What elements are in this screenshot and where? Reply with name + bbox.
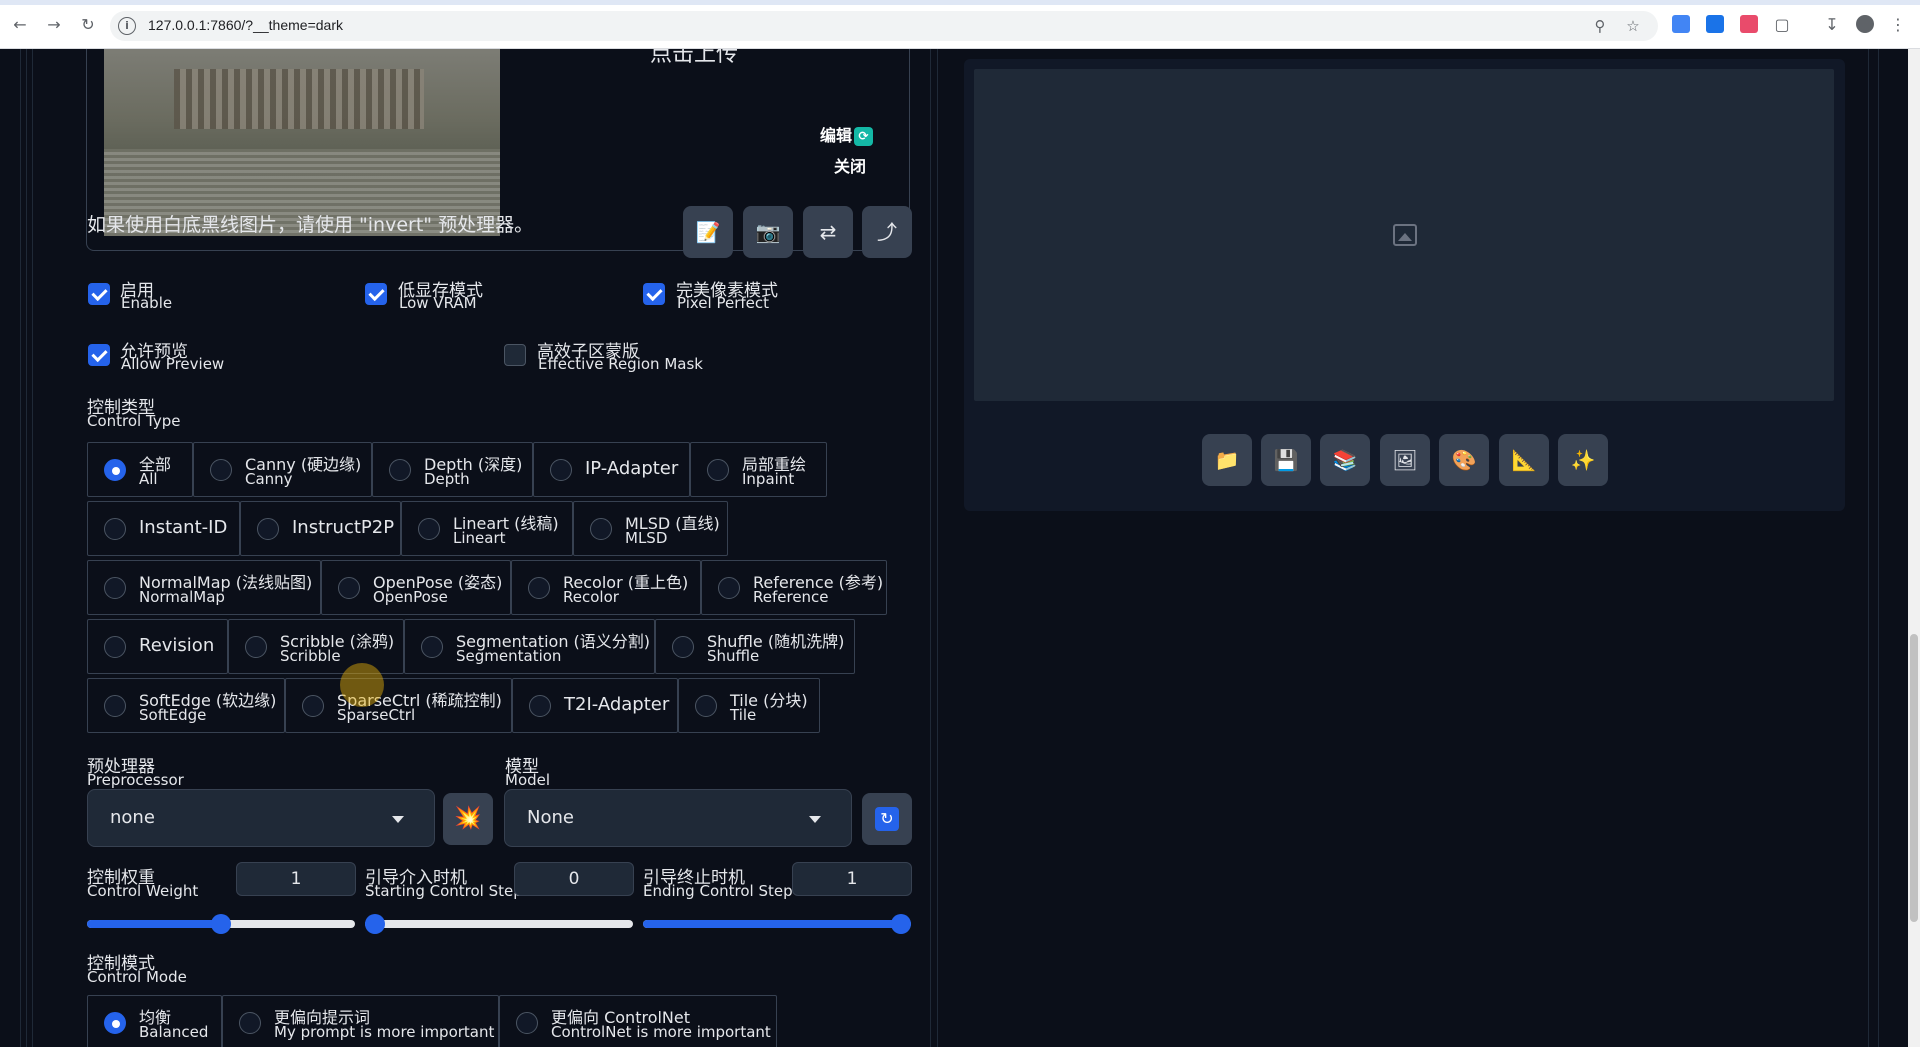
control-type-title-en: Control Type [87, 412, 181, 430]
control-type-option-mlsd[interactable]: MLSD (直线) MLSD [573, 501, 728, 556]
menu-kebab-icon[interactable]: ⋮ [1886, 13, 1910, 37]
reload-icon[interactable]: ↻ [76, 13, 100, 37]
control-type-option-segmentation[interactable]: Segmentation (语义分割) Segmentation [404, 619, 655, 674]
model-title-en: Model [505, 771, 551, 789]
ending-step-slider[interactable] [643, 914, 911, 934]
preview-panel: 📁 💾 📚 🖼 🎨 📐 ✨ [964, 59, 1845, 511]
control-type-option-shuffle[interactable]: Shuffle (随机洗牌) Shuffle [655, 619, 855, 674]
control-weight-label-en: Control Weight [87, 882, 199, 900]
save-icon[interactable]: 💾 [1261, 434, 1311, 486]
forward-icon[interactable]: → [42, 13, 66, 37]
control-type-option-reference[interactable]: Reference (参考) Reference [701, 560, 887, 615]
ending-step-label-en: Ending Control Step [643, 882, 793, 900]
control-type-option-softedge[interactable]: SoftEdge (软边缘) SoftEdge [87, 678, 285, 733]
model-dropdown[interactable]: None [504, 789, 852, 847]
site-info-icon[interactable]: i [118, 17, 136, 35]
chevron-down-icon [392, 816, 404, 823]
control-type-option-scribble[interactable]: Scribble (涂鸦) Scribble [228, 619, 404, 674]
control-type-option-sparsectrl[interactable]: SparseCtrl (稀疏控制) SparseCtrl [285, 678, 512, 733]
webui-page: 点击上传 编辑 ⟳ 关闭 如果使用白底黑线图片，请使用 "invert" 预处理器… [0, 49, 1920, 1047]
palette-icon[interactable]: 🎨 [1439, 434, 1489, 486]
zoom-icon[interactable]: ⚲ [1590, 16, 1610, 36]
chevron-down-icon [809, 816, 821, 823]
address-bar[interactable]: i 127.0.0.1:7860/?__theme=dark ⚲ ☆ [110, 11, 1658, 41]
scrollbar-thumb[interactable] [1910, 634, 1918, 922]
control-type-option-lineart[interactable]: Lineart (线稿) Lineart [401, 501, 573, 556]
effective-region-mask-label-en: Effective Region Mask [538, 355, 703, 373]
bookmark-star-icon[interactable]: ☆ [1623, 16, 1643, 36]
uploaded-image-thumbnail [104, 49, 500, 236]
extensions-puzzle-icon[interactable]: ▢ [1770, 13, 1794, 37]
starting-step-label-en: Starting Control Step [365, 882, 523, 900]
control-type-option-openpose[interactable]: OpenPose (姿态) OpenPose [321, 560, 511, 615]
extension-translate-icon[interactable] [1672, 15, 1690, 33]
control-weight-slider[interactable] [87, 914, 355, 934]
control-type-option-inpaint[interactable]: 局部重绘 Inpaint [690, 442, 827, 497]
control-mode-title-en: Control Mode [87, 968, 187, 986]
control-type-option-depth[interactable]: Depth (深度) Depth [372, 442, 533, 497]
folder-icon[interactable]: 📁 [1202, 434, 1252, 486]
preprocessor-title-en: Preprocessor [87, 771, 184, 789]
page-scrollbar[interactable] [1908, 49, 1920, 1047]
control-type-option-t2i-adapter[interactable]: T2I-Adapter [512, 678, 678, 733]
image-icon[interactable]: 🖼 [1380, 434, 1430, 486]
effective-region-mask-checkbox[interactable] [504, 344, 526, 366]
preprocessor-dropdown[interactable]: none [87, 789, 435, 847]
extension-image-icon[interactable] [1740, 15, 1758, 33]
image-placeholder-icon [1393, 224, 1417, 246]
control-type-option-all[interactable]: 全部 All [87, 442, 193, 497]
control-mode-option-prompt[interactable]: 更偏向提示词 My prompt is more important [222, 995, 499, 1047]
run-preprocessor-explosion-icon[interactable]: 💥 [443, 793, 493, 845]
control-type-option-tile[interactable]: Tile (分块) Tile [678, 678, 820, 733]
low-vram-checkbox[interactable] [365, 283, 387, 305]
camera-icon[interactable]: 📷 [743, 206, 793, 258]
invert-hint: 如果使用白底黑线图片，请使用 "invert" 预处理器。 [87, 214, 534, 236]
swap-icon[interactable]: ⇄ [803, 206, 853, 258]
send-icon[interactable]: ⤴ [862, 206, 912, 258]
control-type-option-canny[interactable]: Canny (硬边缘) Canny [193, 442, 372, 497]
click-upload-label[interactable]: 点击上传 [650, 49, 738, 68]
notepad-icon[interactable]: 📝 [683, 206, 733, 258]
control-type-option-revision[interactable]: Revision [87, 619, 228, 674]
url-text[interactable]: 127.0.0.1:7860/?__theme=dark [148, 17, 343, 33]
enable-label-en: Enable [121, 294, 173, 312]
control-type-option-normalmap[interactable]: NormalMap (法线贴图) NormalMap [87, 560, 321, 615]
control-mode-option-controlnet[interactable]: 更偏向 ControlNet ControlNet is more importa… [499, 995, 777, 1047]
profile-avatar-icon[interactable] [1856, 15, 1874, 33]
control-mode-option-balanced[interactable]: 均衡 Balanced [87, 995, 222, 1047]
close-button[interactable]: 关闭 [834, 153, 866, 177]
slider-handle[interactable] [891, 914, 911, 934]
starting-step-input[interactable]: 0 [514, 862, 634, 896]
control-type-option-recolor[interactable]: Recolor (重上色) Recolor [511, 560, 701, 615]
ending-step-input[interactable]: 1 [792, 862, 912, 896]
pixel-perfect-label-en: Pixel Perfect [677, 294, 770, 312]
allow-preview-checkbox[interactable] [88, 344, 110, 366]
edit-button[interactable]: 编辑 ⟳ [820, 122, 874, 146]
preview-image-area[interactable] [974, 69, 1834, 401]
swirl-icon: ⟳ [854, 127, 874, 146]
download-icon[interactable]: ↧ [1820, 13, 1844, 37]
back-icon[interactable]: ← [8, 13, 32, 37]
slider-handle[interactable] [211, 914, 231, 934]
pixel-perfect-checkbox[interactable] [643, 283, 665, 305]
slider-handle[interactable] [365, 914, 385, 934]
layers-icon[interactable]: 📚 [1320, 434, 1370, 486]
loading-bar [0, 0, 1920, 5]
ruler-icon[interactable]: 📐 [1499, 434, 1549, 486]
control-weight-input[interactable]: 1 [236, 862, 356, 896]
extension-bird-icon[interactable] [1706, 15, 1724, 33]
allow-preview-label-en: Allow Preview [121, 355, 225, 373]
refresh-models-icon[interactable]: ↻ [862, 793, 912, 845]
control-type-option-ip-adapter[interactable]: IP-Adapter [533, 442, 690, 497]
control-type-option-instructp2p[interactable]: InstructP2P [240, 501, 401, 556]
starting-step-slider[interactable] [365, 914, 633, 934]
enable-checkbox[interactable] [88, 283, 110, 305]
browser-toolbar: ← → ↻ i 127.0.0.1:7860/?__theme=dark ⚲ ☆… [0, 0, 1920, 49]
control-type-option-instant-id[interactable]: Instant-ID [87, 501, 240, 556]
mouse-cursor-highlight [340, 663, 384, 707]
low-vram-label-en: Low VRAM [399, 294, 477, 312]
sparkle-icon[interactable]: ✨ [1558, 434, 1608, 486]
